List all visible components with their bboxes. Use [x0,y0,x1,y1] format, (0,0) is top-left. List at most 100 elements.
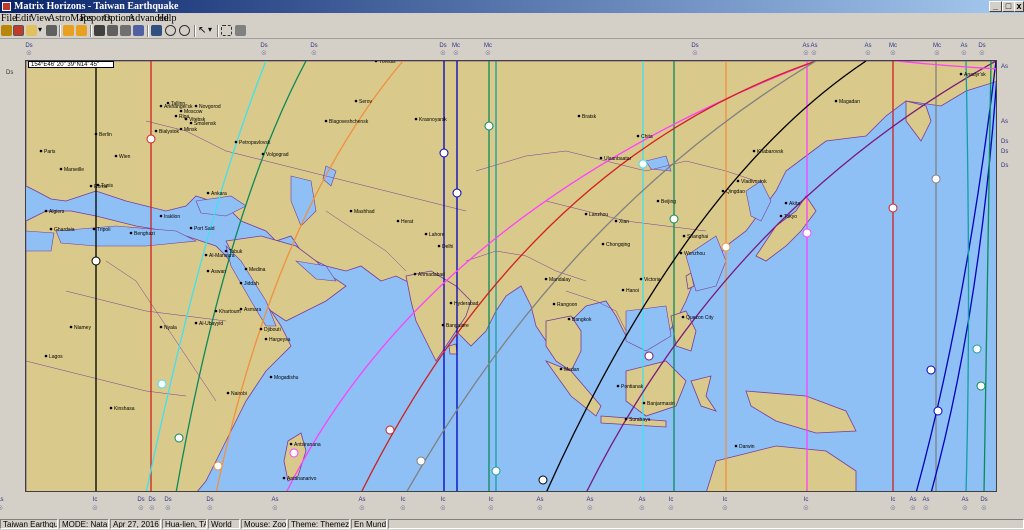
city-dot [282,476,286,480]
chart-icon[interactable] [63,25,74,36]
app-icon[interactable] [2,2,11,11]
city-label: Delhi [442,244,453,250]
top-axis-glyph: ☉ [961,50,966,57]
city-dot [601,242,605,246]
city-dot [624,417,628,421]
bottom-axis-label: Ds [148,497,155,503]
dropdown-icon[interactable]: ▾ [38,25,43,36]
print-icon[interactable] [46,25,57,36]
city-dot [636,134,640,138]
coordinate-readout: 154°E46' 20" 39°N14' 45" [28,61,114,68]
city-label: Berlin [99,132,112,138]
bottom-axis-glyph: ☉ [359,505,364,512]
city-dot [179,109,183,113]
city-label: Tripoli [97,227,110,233]
city-label: Nairobi [231,391,247,397]
city-label: Riga [179,114,190,120]
city-dot [599,156,603,160]
bottom-axis-glyph: ☉ [537,505,542,512]
city-label: Algiers [49,209,65,215]
city-dot [289,442,293,446]
bottom-axis-glyph: ☉ [722,505,727,512]
layers-icon[interactable] [133,25,144,36]
city-label: Volgograd [266,152,289,158]
dropdown-icon[interactable]: ▾ [208,25,213,36]
close-button[interactable]: x [1014,1,1024,12]
bottom-axis-glyph: ☉ [165,505,170,512]
top-axis-glyph: ☉ [979,50,984,57]
bottom-axis-label: Ds [206,497,213,503]
city-label: Iraklion [164,214,180,220]
top-axis-glyph: ☉ [934,50,939,57]
top-axis-label: As [810,43,817,49]
bottom-axis-glyph: ☉ [138,505,143,512]
city-label: Bratsk [582,114,597,120]
grid-icon[interactable] [13,25,24,36]
menu-help[interactable]: Help [157,13,176,24]
bottom-axis-glyph: ☉ [923,505,928,512]
bottom-axis-glyph: ☉ [981,505,986,512]
star-icon[interactable] [76,25,87,36]
status-bar: Taiwan Earthquake MODE: Natal Apr 27, 20… [0,519,1024,530]
world-map[interactable]: Yoredis Serov Arkhangel'sk Tallinn Novgorod M… [25,60,997,492]
bottom-axis-label: As [961,497,968,503]
city-dot [736,179,740,183]
top-axis-label: As [864,43,871,49]
city-dot [174,114,178,118]
top-axis-label: Mc [933,43,941,49]
top-axis-label: As [802,43,809,49]
city-dot [159,104,163,108]
city-dot [166,101,170,105]
zoom-out-icon[interactable] [179,25,190,36]
city-dot [681,315,685,319]
city-label: Antananarivo [287,476,317,482]
city-dot [261,152,265,156]
bottom-axis-label: Ic [489,497,494,503]
city-dot [679,251,683,255]
status-location: Hua-lien, TAIW [162,519,207,529]
city-label: Chongqing [606,242,630,248]
city-dot [752,149,756,153]
zoom-in-icon[interactable] [165,25,176,36]
city-dot [577,114,581,118]
city-label: Port Said [194,226,215,232]
pan-icon[interactable] [120,25,131,36]
city-label: Banjarmasin [647,401,675,407]
city-dot [59,167,63,171]
city-dot [189,226,193,230]
bottom-axis-glyph: ☉ [803,505,808,512]
city-label: Yoredis [379,61,396,65]
pencil-icon[interactable] [1,25,12,36]
select-icon[interactable] [221,25,232,36]
bottom-axis-label: As [271,497,278,503]
city-label: Tallinn [171,101,185,107]
zoom-tools-icon[interactable] [94,25,105,36]
city-label: Antsiranana [294,442,321,448]
toolbar-separator [59,25,61,37]
city-dot [437,244,441,248]
city-label: Pontianak [621,384,644,390]
window-title: Matrix Horizons - Taiwan Earthquake [14,1,179,12]
city-dot [44,209,48,213]
toolbar-separator [90,25,92,37]
minimize-button[interactable]: _ [989,1,1002,12]
city-label: Anadyr'sk [964,72,986,78]
city-label: Niamey [74,325,91,331]
city-label: Lahore [429,232,445,238]
city-label: Hanoi [626,288,639,294]
city-dot [96,183,100,187]
bottom-axis-glyph: ☉ [890,505,895,512]
move-icon[interactable] [107,25,118,36]
city-label: Bangalore [446,323,469,329]
settings-icon[interactable] [235,25,246,36]
globe-icon[interactable] [151,25,162,36]
city-dot [154,129,158,133]
bottom-axis-glyph: ☉ [488,505,493,512]
top-axis-glyph: ☉ [865,50,870,57]
city-label: Mogadishu [274,375,299,381]
city-label: Khabarovsk [757,149,784,155]
bottom-axis-glyph: ☉ [92,505,97,512]
city-label: Rangoon [557,302,578,308]
edit-icon[interactable] [26,25,37,36]
city-dot [114,154,118,158]
